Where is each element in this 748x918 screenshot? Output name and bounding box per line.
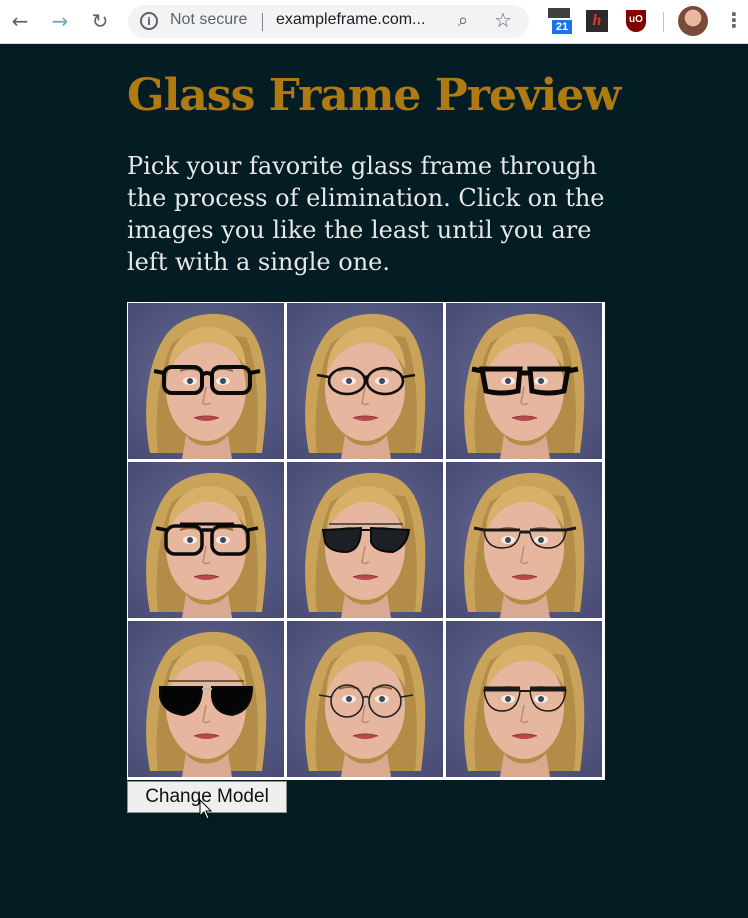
calendar-extension-icon[interactable]: 21 <box>548 8 572 34</box>
info-icon[interactable]: i <box>140 12 158 30</box>
toolbar-divider <box>663 12 664 32</box>
intro-text: Pick your favorite glass frame through t… <box>127 152 605 276</box>
page-title: Glass Frame Preview <box>127 70 621 121</box>
h-extension-icon[interactable]: h <box>586 10 608 32</box>
frame-option-half-rim[interactable] <box>446 462 602 618</box>
model-face-image <box>128 303 284 459</box>
model-face-image <box>287 621 443 777</box>
frame-option-thick-square[interactable] <box>446 303 602 459</box>
model-face-image <box>128 621 284 777</box>
model-face-image <box>287 303 443 459</box>
profile-avatar[interactable] <box>678 6 708 36</box>
frame-option-wire-round[interactable] <box>287 621 443 777</box>
model-face-image <box>446 462 602 618</box>
frame-option-dark-sunglasses[interactable] <box>287 462 443 618</box>
frame-option-aviator-sunglasses[interactable] <box>128 621 284 777</box>
calendar-badge: 21 <box>552 20 572 34</box>
model-face-image <box>287 462 443 618</box>
security-label: Not secure <box>170 11 248 28</box>
menu-dots-icon[interactable]: ⋮ <box>724 8 744 32</box>
model-face-image <box>446 303 602 459</box>
ublock-shield-icon[interactable]: uO <box>626 10 646 32</box>
back-arrow-icon[interactable]: ← <box>8 9 32 33</box>
frame-option-double-bridge[interactable] <box>128 462 284 618</box>
reload-icon[interactable]: ↻ <box>88 9 112 33</box>
model-face-image <box>446 621 602 777</box>
frame-option-browline[interactable] <box>446 621 602 777</box>
frame-option-thin-round[interactable] <box>287 303 443 459</box>
bookmark-star-icon[interactable]: ☆ <box>494 8 512 32</box>
browser-toolbar: ← → ↻ i Not secure exampleframe.com... ⌕… <box>0 0 748 44</box>
frame-option-thick-rect[interactable] <box>128 303 284 459</box>
url-text[interactable]: exampleframe.com... <box>276 11 425 29</box>
zoom-icon[interactable]: ⌕ <box>458 10 468 31</box>
frame-grid <box>127 302 605 780</box>
omnibox-divider <box>262 13 263 31</box>
mouse-cursor-icon <box>199 799 213 820</box>
address-bar[interactable]: i Not secure exampleframe.com... ⌕ ☆ <box>128 5 529 38</box>
forward-arrow-icon[interactable]: → <box>48 9 72 33</box>
model-face-image <box>128 462 284 618</box>
